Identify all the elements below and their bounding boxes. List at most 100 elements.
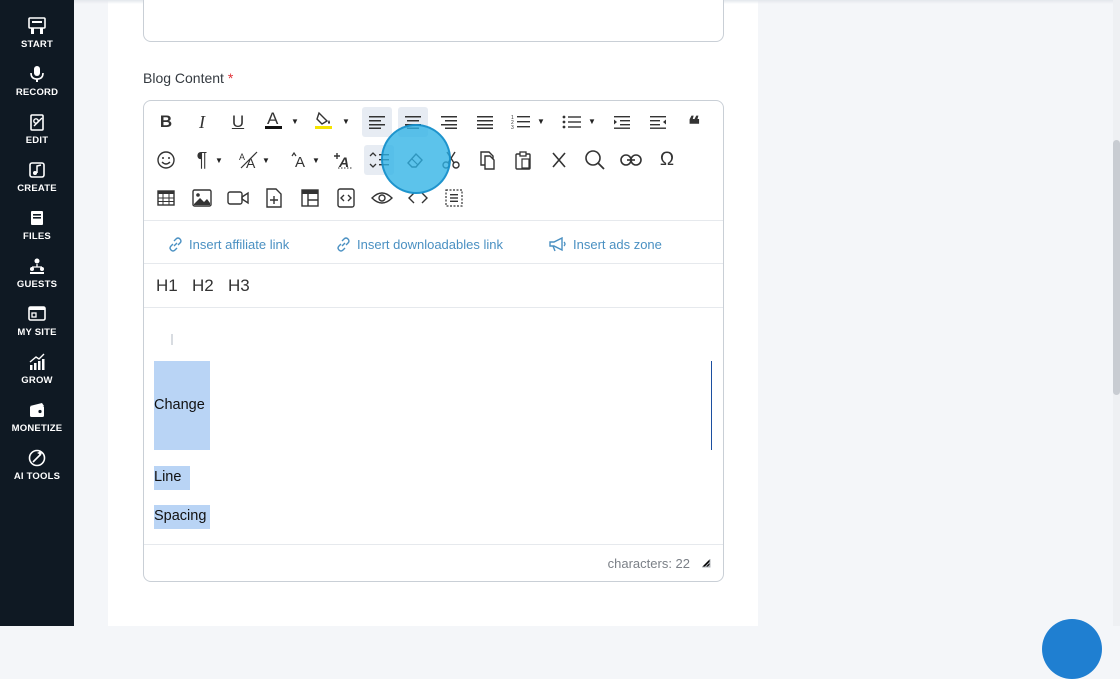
chevron-down-icon: ▼ <box>342 117 350 126</box>
selected-line-change: Change <box>154 361 210 450</box>
copy-button[interactable] <box>472 145 502 175</box>
insert-file-button[interactable] <box>259 183 289 213</box>
unordered-list-button[interactable] <box>557 107 587 137</box>
selected-text-change: Change <box>154 397 205 413</box>
start-icon <box>28 17 46 34</box>
sidebar-item-label: GUESTS <box>16 279 58 290</box>
guests-icon <box>30 258 44 274</box>
required-mark: * <box>227 70 234 86</box>
embed-code-icon <box>337 188 355 208</box>
selected-text-line: Line <box>154 469 182 485</box>
sidebar-item-start[interactable]: START <box>0 16 74 60</box>
layout-icon <box>301 189 319 207</box>
microphone-icon <box>30 66 44 82</box>
megaphone-icon <box>549 236 566 251</box>
bold-button[interactable]: B <box>151 107 181 137</box>
heading-1-button[interactable]: H1 <box>156 276 178 296</box>
outdent-button[interactable] <box>643 107 673 137</box>
font-size-button[interactable]: AA <box>235 145 265 175</box>
heading-2-button[interactable]: H2 <box>192 276 214 296</box>
select-all-icon <box>445 189 463 207</box>
previous-field-textarea[interactable] <box>143 0 724 42</box>
chevron-down-icon: ▼ <box>262 156 270 165</box>
outdent-icon <box>650 116 666 129</box>
insert-table-button[interactable] <box>151 183 181 213</box>
sidebar-item-ai-tools[interactable]: AI TOOLS <box>0 448 74 492</box>
chevron-down-icon: ▼ <box>588 117 596 126</box>
font-color-button[interactable]: A <box>259 105 289 135</box>
strikethrough-button[interactable] <box>544 145 574 175</box>
sidebar-item-monetize[interactable]: MONETIZE <box>0 400 74 444</box>
sidebar-item-label: GROW <box>21 375 53 386</box>
insert-template-button[interactable] <box>295 183 325 213</box>
edit-icon <box>30 114 44 131</box>
paragraph-icon: ¶ <box>196 148 208 171</box>
copy-icon <box>480 151 495 170</box>
unordered-list-icon <box>562 115 581 129</box>
preview-button[interactable] <box>367 183 397 213</box>
sidebar-item-grow[interactable]: GROW <box>0 352 74 396</box>
insert-link-button[interactable] <box>616 145 646 175</box>
bold-icon: B <box>159 112 173 131</box>
text-style-button[interactable]: A <box>328 145 358 175</box>
sidebar-item-label: EDIT <box>25 135 49 146</box>
insert-image-button[interactable] <box>187 183 217 213</box>
indent-button[interactable] <box>607 107 637 137</box>
link-icon <box>337 236 350 252</box>
underline-button[interactable]: U <box>223 107 253 137</box>
blog-content-label: Blog Content * <box>143 70 233 86</box>
sidebar-item-files[interactable]: FILES <box>0 208 74 252</box>
paste-button[interactable] <box>508 145 538 175</box>
editor-content-area[interactable]: Change Line Spacing <box>144 308 723 544</box>
ordered-list-button[interactable]: 123 <box>506 107 536 137</box>
insert-downloadables-link-button[interactable]: Insert downloadables link <box>336 234 503 254</box>
embed-code-button[interactable] <box>331 183 361 213</box>
video-camera-icon <box>227 191 249 205</box>
omega-icon: Ω <box>659 149 675 170</box>
blog-content-label-text: Blog Content <box>143 70 224 86</box>
sidebar-item-guests[interactable]: GUESTS <box>0 256 74 300</box>
sidebar-item-edit[interactable]: EDIT <box>0 112 74 156</box>
sidebar: START RECORD EDIT CREATE FILES GUESTS MY… <box>0 0 74 626</box>
selected-text-spacing: Spacing <box>154 508 207 524</box>
insert-video-button[interactable] <box>223 183 253 213</box>
indent-icon <box>614 116 630 129</box>
text-cursor <box>711 361 712 450</box>
special-characters-button[interactable]: Ω <box>652 145 682 175</box>
file-plus-icon <box>266 188 282 208</box>
blockquote-button[interactable]: ❝ <box>679 107 709 137</box>
sidebar-item-my-site[interactable]: MY SITE <box>0 304 74 348</box>
chevron-down-icon: ▼ <box>215 156 223 165</box>
find-button[interactable] <box>580 145 610 175</box>
sidebar-item-record[interactable]: RECORD <box>0 64 74 108</box>
emoticons-button[interactable] <box>151 145 181 175</box>
align-justify-button[interactable] <box>470 107 500 137</box>
resize-handle-icon[interactable] <box>701 558 711 568</box>
insert-ads-zone-button[interactable]: Insert ads zone <box>549 234 662 254</box>
ordered-list-icon: 123 <box>511 115 530 130</box>
paragraph-format-button[interactable]: ¶ <box>187 145 217 175</box>
click-indicator-circle <box>381 124 451 194</box>
toolbar-divider <box>144 220 723 221</box>
status-divider <box>144 544 723 545</box>
italic-button[interactable]: I <box>187 107 217 137</box>
align-left-icon <box>369 116 385 129</box>
sidebar-item-create[interactable]: CREATE <box>0 160 74 204</box>
align-left-button[interactable] <box>362 107 392 137</box>
character-counter: characters: 22 <box>607 556 690 571</box>
heading-3-button[interactable]: H3 <box>228 276 250 296</box>
insert-affiliate-link-button[interactable]: Insert affiliate link <box>168 234 289 254</box>
plugins-divider <box>144 263 723 264</box>
font-size-icon: AA <box>239 151 258 170</box>
select-all-button[interactable] <box>439 183 469 213</box>
create-icon <box>29 162 45 178</box>
svg-text:3: 3 <box>511 125 514 130</box>
scrollbar-thumb[interactable] <box>1113 140 1120 395</box>
sidebar-item-label: START <box>21 39 53 50</box>
image-icon <box>192 189 212 207</box>
insert-ads-zone-label: Insert ads zone <box>573 236 662 252</box>
floating-action-button[interactable] <box>1042 619 1102 679</box>
sidebar-item-label: RECORD <box>15 87 59 98</box>
highlight-color-button[interactable] <box>309 105 339 135</box>
svg-text:A: A <box>267 109 279 128</box>
